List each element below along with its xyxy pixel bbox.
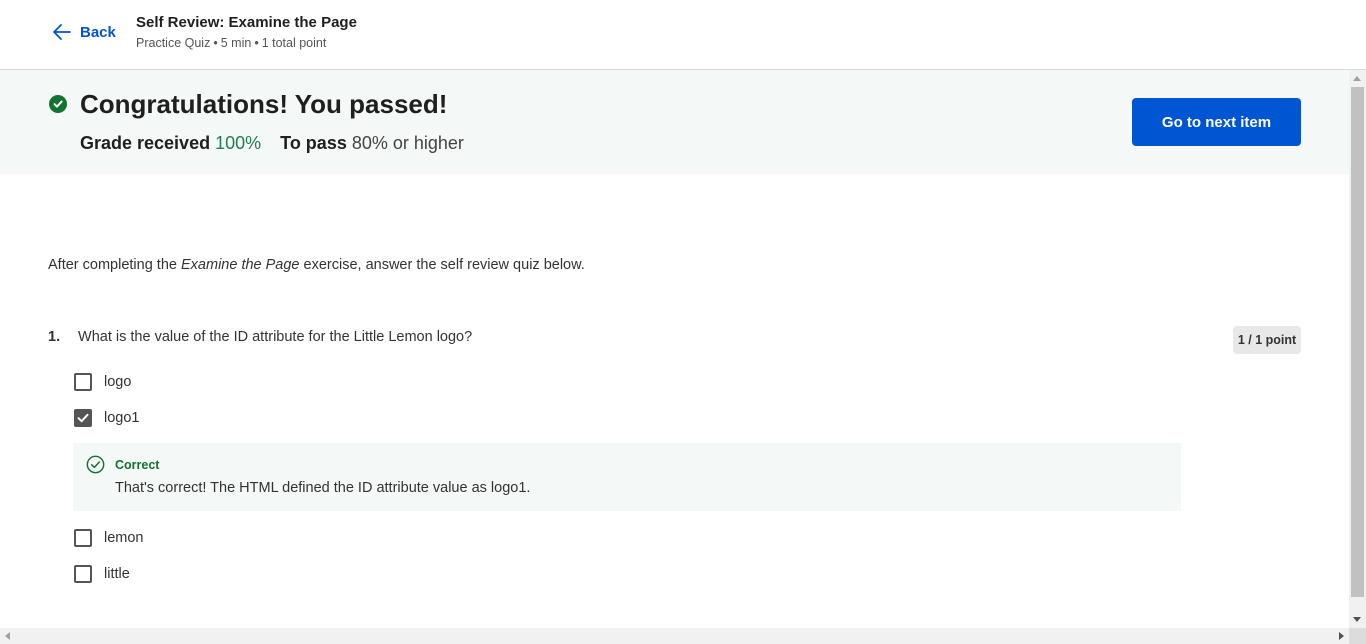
main-content: Congratulations! You passed! Grade recei… bbox=[0, 70, 1349, 628]
checkbox-checked[interactable] bbox=[74, 409, 92, 427]
result-banner: Congratulations! You passed! Grade recei… bbox=[0, 70, 1349, 174]
check-circle-outline-icon bbox=[86, 455, 105, 474]
check-circle-icon bbox=[49, 95, 67, 113]
quiz-intro: After completing the Examine the Page ex… bbox=[48, 257, 585, 273]
option-logo1[interactable]: logo1 bbox=[74, 409, 139, 427]
quiz-meta: Practice Quiz • 5 min • 1 total point bbox=[136, 36, 327, 50]
option-little[interactable]: little bbox=[74, 565, 130, 583]
horizontal-scrollbar[interactable] bbox=[0, 628, 1349, 644]
feedback-text: That's correct! The HTML defined the ID … bbox=[115, 480, 531, 496]
option-label: logo1 bbox=[104, 410, 140, 426]
go-to-next-item-button[interactable]: Go to next item bbox=[1132, 98, 1301, 146]
option-logo[interactable]: logo bbox=[74, 373, 131, 391]
back-button[interactable]: Back bbox=[52, 22, 116, 42]
intro-text-after: exercise, answer the self review quiz be… bbox=[303, 257, 585, 273]
quiz-points: 1 total point bbox=[261, 36, 327, 50]
option-lemon[interactable]: lemon bbox=[74, 529, 144, 547]
back-label: Back bbox=[80, 23, 116, 41]
pass-value: 80% or higher bbox=[351, 133, 464, 153]
checkbox[interactable] bbox=[74, 529, 92, 547]
answer-feedback: Correct That's correct! The HTML defined… bbox=[73, 443, 1181, 511]
option-label: logo bbox=[104, 374, 132, 390]
result-title: Congratulations! You passed! bbox=[80, 89, 448, 119]
scrollbar-thumb[interactable] bbox=[1351, 87, 1364, 597]
intro-exercise-name: Examine the Page bbox=[181, 257, 300, 273]
checkbox[interactable] bbox=[74, 373, 92, 391]
page-title-block: Self Review: Examine the Page Practice Q… bbox=[136, 14, 357, 50]
question-prompt: 1. What is the value of the ID attribute… bbox=[48, 329, 472, 345]
points-badge: 1 / 1 point bbox=[1233, 326, 1301, 354]
question-text: What is the value of the ID attribute fo… bbox=[78, 329, 473, 345]
quiz-type: Practice Quiz bbox=[136, 36, 211, 50]
scroll-right-arrow-icon[interactable] bbox=[1339, 632, 1344, 640]
grade-value: 100% bbox=[215, 133, 262, 153]
quiz-duration: 5 min bbox=[220, 36, 252, 50]
vertical-scrollbar[interactable] bbox=[1349, 70, 1366, 628]
checkmark-icon bbox=[77, 413, 89, 423]
top-bar: Back Self Review: Examine the Page Pract… bbox=[0, 0, 1366, 70]
option-label: lemon bbox=[104, 530, 144, 546]
checkbox[interactable] bbox=[74, 565, 92, 583]
grade-label: Grade received bbox=[80, 133, 211, 153]
scroll-left-arrow-icon[interactable] bbox=[5, 632, 10, 640]
arrow-left-icon bbox=[53, 24, 71, 40]
intro-text-before: After completing the bbox=[48, 257, 177, 273]
page-title: Self Review: Examine the Page bbox=[136, 14, 357, 31]
pass-label: To pass bbox=[280, 133, 347, 153]
option-label: little bbox=[104, 566, 130, 582]
scrollbar-corner bbox=[1349, 628, 1366, 644]
scroll-down-arrow-icon[interactable] bbox=[1353, 617, 1361, 622]
feedback-title: Correct bbox=[115, 458, 160, 472]
grade-summary: Grade received 100% To pass 80% or highe… bbox=[80, 133, 464, 154]
scroll-up-arrow-icon[interactable] bbox=[1353, 76, 1361, 81]
question-number: 1. bbox=[48, 329, 61, 345]
